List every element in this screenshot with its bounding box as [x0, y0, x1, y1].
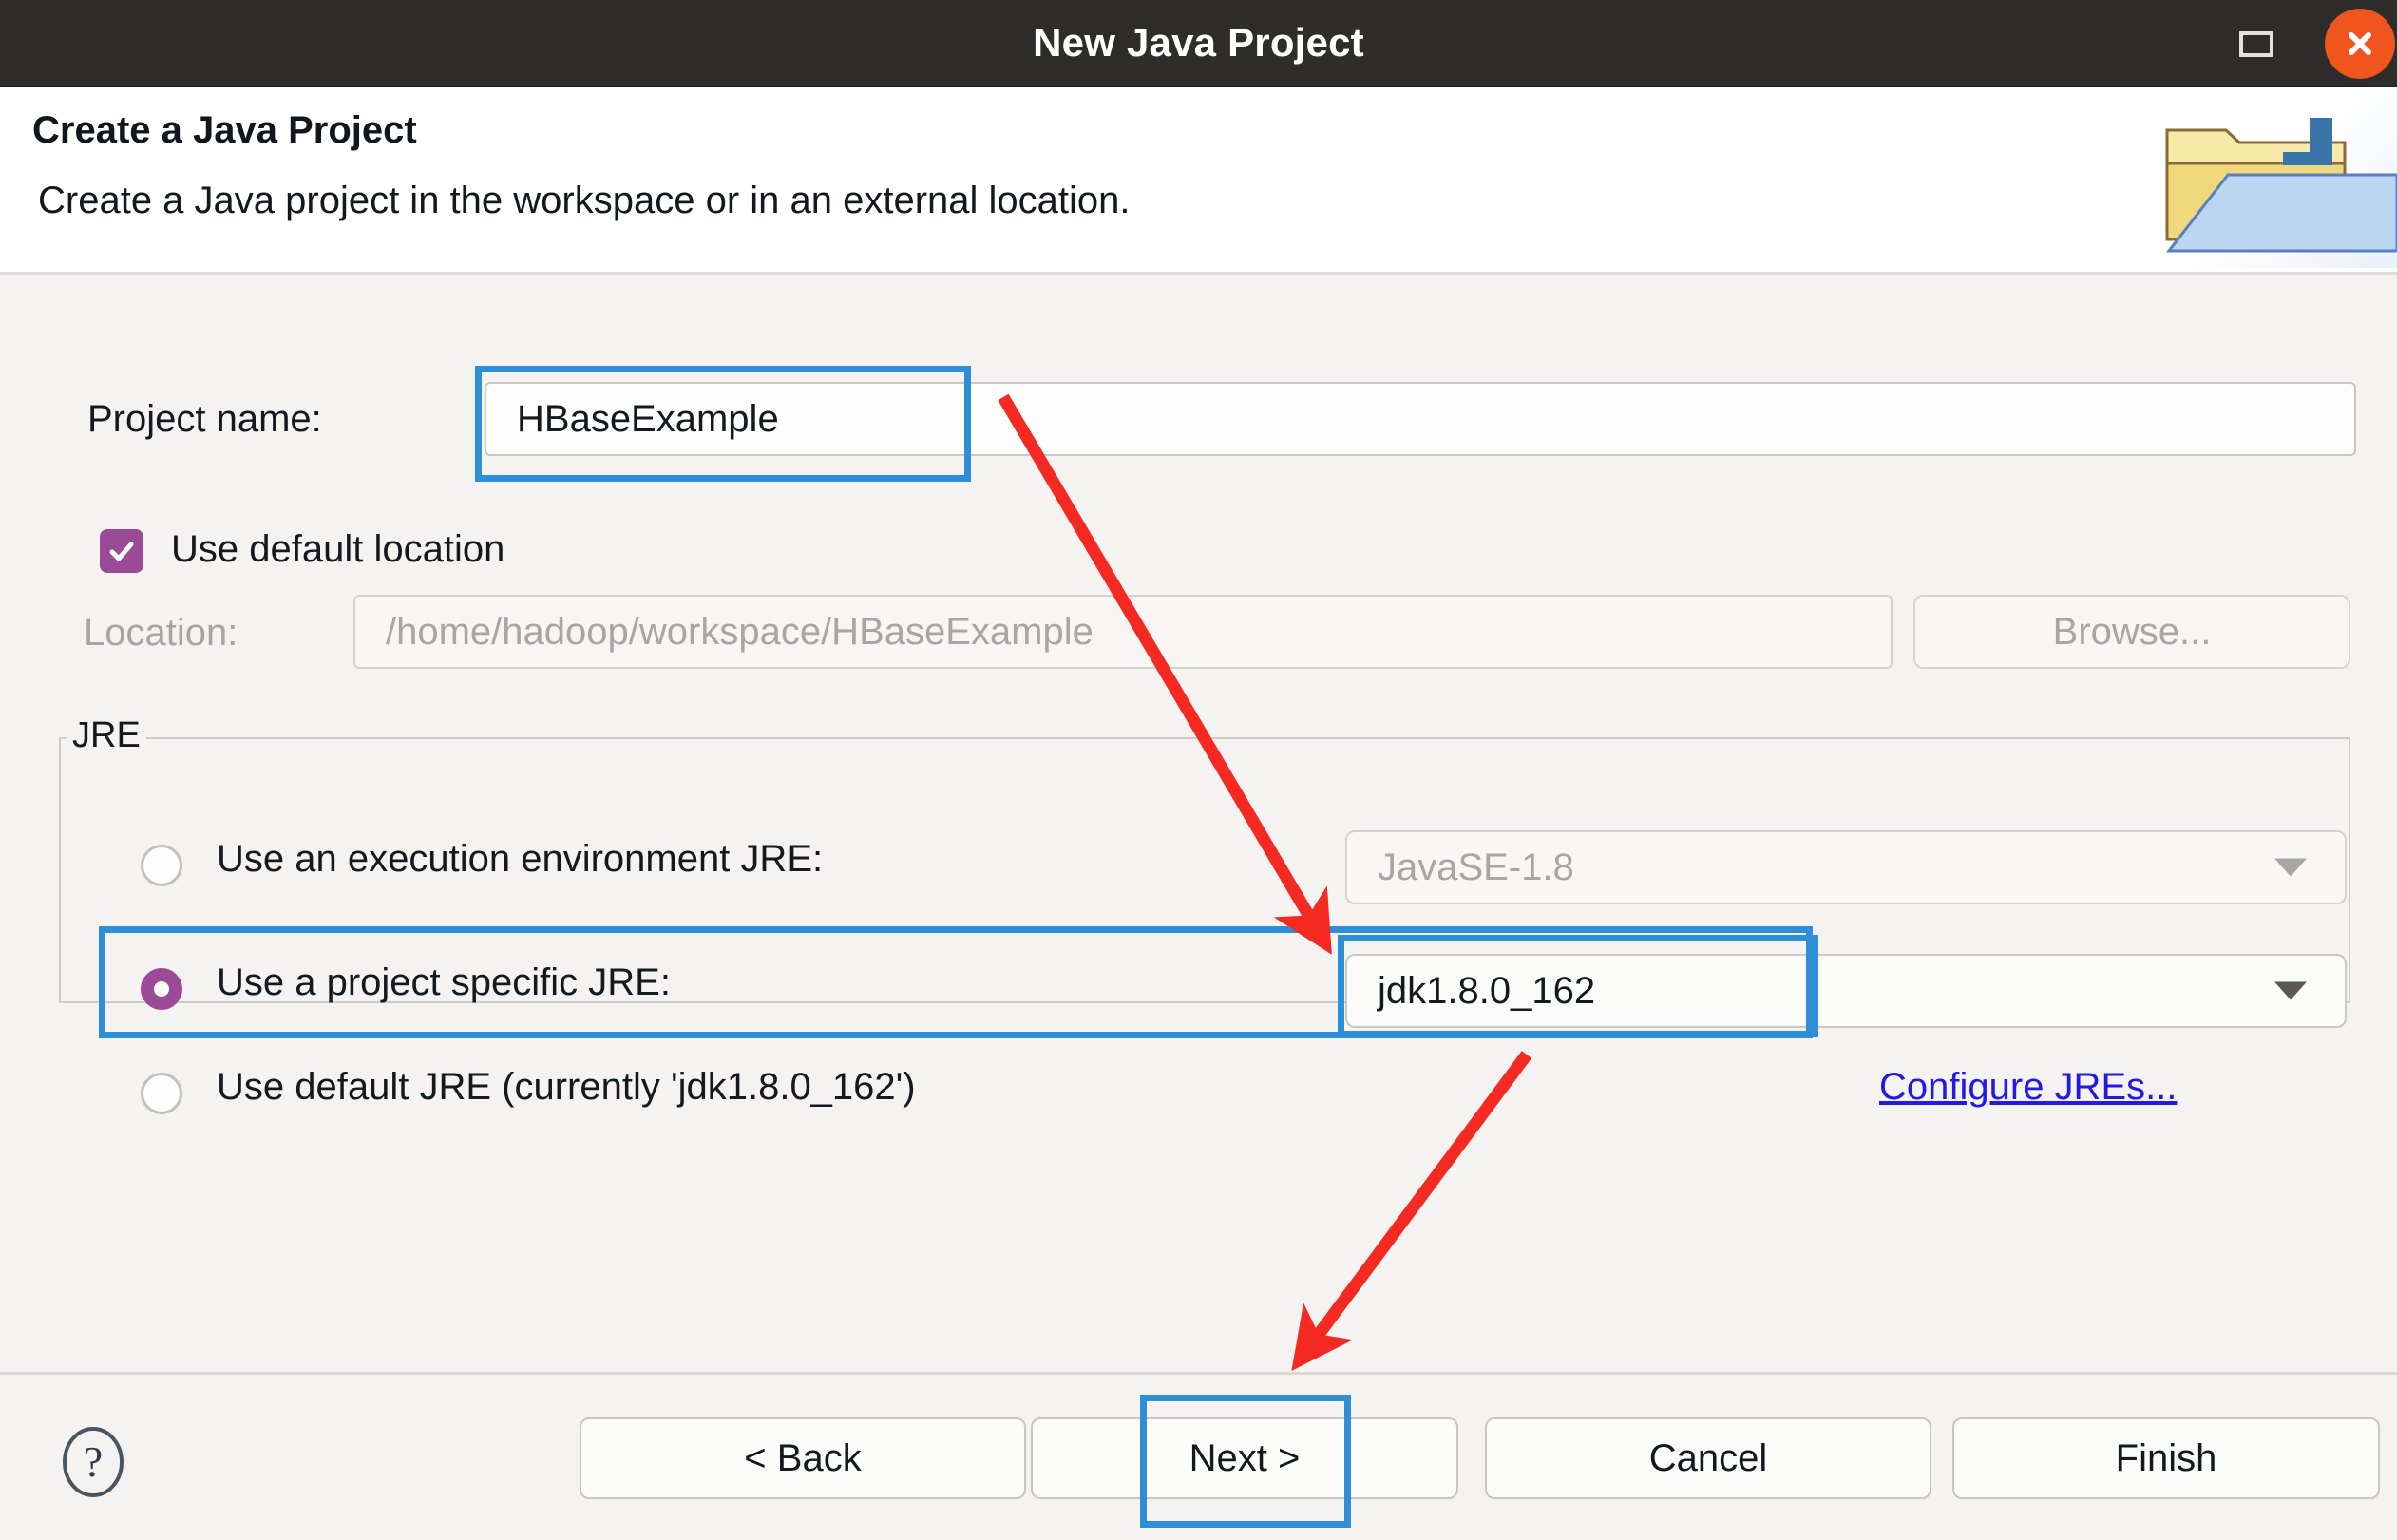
title-bar: New Java Project — [0, 0, 2397, 87]
radio-default-jre-label: Use default JRE (currently 'jdk1.8.0_162… — [217, 1066, 916, 1108]
chevron-down-icon — [2274, 858, 2307, 877]
window-title: New Java Project — [1033, 20, 1364, 65]
jre-group-label: JRE — [67, 715, 146, 756]
project-name-label: Project name: — [87, 398, 322, 440]
java-project-folder-icon — [2112, 87, 2397, 268]
maximize-icon[interactable] — [2239, 30, 2273, 57]
page-title: Create a Java Project — [32, 109, 417, 151]
use-default-location-checkbox[interactable] — [100, 529, 143, 573]
project-specific-jre-combo[interactable]: jdk1.8.0_162 — [1345, 954, 2347, 1028]
radio-execution-environment-jre[interactable] — [141, 845, 182, 886]
close-icon[interactable] — [2325, 9, 2395, 79]
radio-default-jre[interactable] — [141, 1073, 182, 1114]
next-button[interactable]: Next > — [1031, 1417, 1458, 1499]
execution-environment-combo-value: JavaSE-1.8 — [1378, 846, 1574, 888]
browse-button: Browse... — [1913, 595, 2350, 669]
dialog-header: Create a Java Project Create a Java proj… — [0, 87, 2397, 275]
finish-button[interactable]: Finish — [1952, 1417, 2380, 1499]
use-default-location-label: Use default location — [171, 528, 505, 570]
location-label: Location: — [84, 612, 238, 654]
cancel-button[interactable]: Cancel — [1485, 1417, 1931, 1499]
back-button[interactable]: < Back — [580, 1417, 1026, 1499]
page-description: Create a Java project in the workspace o… — [38, 180, 1131, 221]
radio-project-specific-jre-label: Use a project specific JRE: — [217, 961, 671, 1003]
dialog-body: Project name: HBaseExample Use default l… — [0, 275, 2397, 1372]
radio-execution-environment-jre-label: Use an execution environment JRE: — [217, 838, 824, 880]
window-controls — [2239, 0, 2395, 87]
project-name-input[interactable]: HBaseExample — [485, 382, 2356, 456]
help-icon[interactable]: ? — [60, 1425, 126, 1499]
new-java-project-dialog: New Java Project Create a Java Project C… — [0, 0, 2397, 1540]
project-specific-jre-combo-value: jdk1.8.0_162 — [1378, 969, 1596, 1012]
execution-environment-combo: JavaSE-1.8 — [1345, 830, 2347, 904]
svg-text:?: ? — [84, 1437, 103, 1486]
location-input: /home/hadoop/workspace/HBaseExample — [353, 595, 1893, 669]
radio-project-specific-jre[interactable] — [141, 968, 182, 1010]
chevron-down-icon — [2274, 981, 2307, 1000]
configure-jres-link[interactable]: Configure JREs... — [1879, 1066, 2177, 1109]
